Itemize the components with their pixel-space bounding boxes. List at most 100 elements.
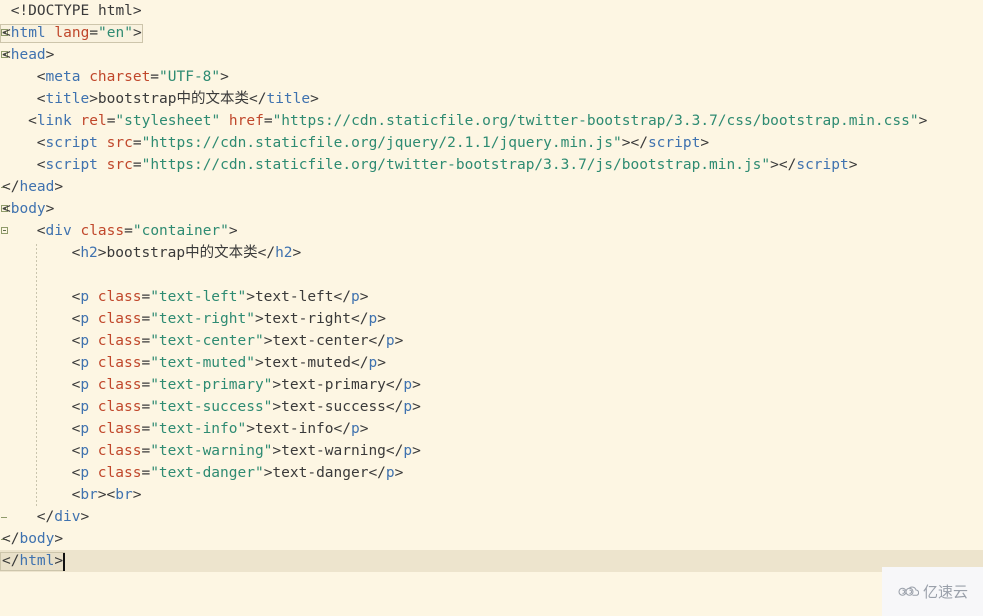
code-token-punct: = [150, 69, 160, 85]
code-token-tag: div [45, 223, 72, 239]
code-token-tag: p [80, 289, 90, 305]
code-line[interactable]: <p class="text-info">text-info</p> [72, 418, 369, 440]
code-line[interactable]: <script src="https://cdn.staticfile.org/… [37, 132, 709, 154]
code-token-tag: br [115, 487, 133, 503]
code-token-tag: script [647, 135, 701, 151]
code-line[interactable]: <p class="text-muted">text-muted</p> [72, 352, 386, 374]
code-token-plain: <!DOCTYPE html> [10, 3, 142, 19]
code-token-punct: > [45, 201, 55, 217]
code-token-punct: > [412, 443, 421, 459]
code-token-punct: > [412, 377, 421, 393]
code-token-punct: < [2, 201, 11, 217]
code-line[interactable]: <p class="text-success">text-success</p> [72, 396, 421, 418]
code-token-val: "https://cdn.staticfile.org/twitter-boot… [141, 157, 771, 173]
code-token-tag: h2 [80, 245, 98, 261]
code-line[interactable]: <p class="text-danger">text-danger</p> [72, 462, 404, 484]
code-line[interactable]: <p class="text-primary">text-primary</p> [72, 374, 421, 396]
code-token-tag: body [10, 201, 46, 217]
code-line[interactable]: <meta charset="UTF-8"> [37, 66, 229, 88]
code-token-tag: p [80, 443, 90, 459]
code-token-punct: > [132, 487, 142, 503]
code-token-punct: > [132, 25, 142, 41]
watermark-text: 亿速云 [922, 583, 968, 601]
code-line[interactable]: <body> [2, 198, 54, 220]
code-token-punct: </ [2, 531, 20, 547]
code-token-punct: > [394, 465, 404, 481]
code-token-punct: < [36, 91, 46, 107]
code-editor[interactable]: <!DOCTYPE html> <html lang="en"> <head> <me… [0, 0, 983, 616]
text-caret [62, 553, 65, 571]
code-token-punct: > [412, 399, 421, 415]
code-line[interactable]: </head> [2, 176, 63, 198]
code-token-tag: p [403, 377, 413, 393]
code-token-punct: </ [2, 553, 20, 569]
code-token-cjk: 中的文本类 [185, 245, 258, 261]
code-token-tag: p [80, 333, 90, 349]
code-token-text: bootstrap [106, 245, 186, 261]
code-line[interactable]: <html lang="en"> [2, 22, 142, 44]
code-token-val: "text-success" [150, 399, 273, 415]
code-text-area[interactable]: <!DOCTYPE html> <html lang="en"> <head> <me… [0, 0, 983, 616]
code-token-tag: p [80, 399, 90, 415]
code-line[interactable]: <p class="text-warning">text-warning</p> [72, 440, 421, 462]
code-token-punct: > [377, 355, 386, 371]
code-line[interactable]: <head> [2, 44, 54, 66]
code-token-attr: src [106, 135, 133, 151]
code-token-attr: charset [89, 69, 151, 85]
code-token-tag: p [80, 421, 90, 437]
code-token-punct: < [28, 113, 37, 129]
code-line[interactable]: <p class="text-left">text-left</p> [72, 286, 369, 308]
code-token-punct: > [377, 311, 386, 327]
code-token-tag: p [80, 465, 90, 481]
code-line[interactable]: <div class="container"> [37, 220, 238, 242]
code-line[interactable]: <!DOCTYPE html> [11, 0, 142, 22]
code-line[interactable]: <br><br> [72, 484, 142, 506]
code-token-punct: </ [351, 355, 369, 371]
code-line[interactable]: <h2>bootstrap中的文本类</h2> [72, 242, 302, 264]
code-token-punct: </ [368, 465, 386, 481]
code-token-punct: > [272, 443, 282, 459]
code-token-punct: = [89, 25, 99, 41]
code-line[interactable]: </html> [2, 550, 63, 572]
code-line[interactable]: <link rel="stylesheet" href="https://cdn… [28, 110, 927, 132]
code-token-tag: p [80, 355, 90, 371]
code-token-val: "stylesheet" [115, 113, 221, 129]
code-line[interactable]: <p class="text-right">text-right</p> [72, 308, 386, 330]
code-token-val: "https://cdn.staticfile.org/twitter-boot… [272, 113, 919, 129]
code-token-tag: h2 [275, 245, 293, 261]
code-token-punct: > [254, 311, 264, 327]
code-line[interactable]: <title>bootstrap中的文本类</title> [37, 88, 319, 110]
cloud-logo-icon [898, 586, 919, 596]
code-token-punct: </ [778, 157, 797, 173]
code-token-tag: p [80, 311, 90, 327]
code-token-punct: = [141, 465, 151, 481]
code-token-val: "text-info" [150, 421, 247, 437]
code-token-punct: > [848, 157, 858, 173]
code-token-tag: script [45, 135, 98, 151]
code-token-punct: </ [333, 289, 351, 305]
code-line[interactable]: </body> [2, 528, 63, 550]
code-token-text: text-left [254, 289, 334, 305]
code-line[interactable]: <script src="https://cdn.staticfile.org/… [37, 154, 858, 176]
code-token-tag: p [385, 465, 395, 481]
code-token-punct: = [132, 157, 142, 173]
code-line[interactable]: <p class="text-center">text-center</p> [72, 330, 404, 352]
code-token-punct: > [310, 91, 319, 107]
code-line[interactable]: </div> [37, 506, 89, 528]
code-token-punct: > [220, 69, 229, 85]
code-token-punct: = [124, 223, 133, 239]
code-token-attr: rel [80, 113, 107, 129]
code-token-val: "text-danger" [150, 465, 264, 481]
code-token-punct: = [141, 399, 151, 415]
code-token-punct: = [141, 421, 151, 437]
code-token-punct: < [36, 69, 46, 85]
code-token-attr: class [97, 399, 142, 415]
